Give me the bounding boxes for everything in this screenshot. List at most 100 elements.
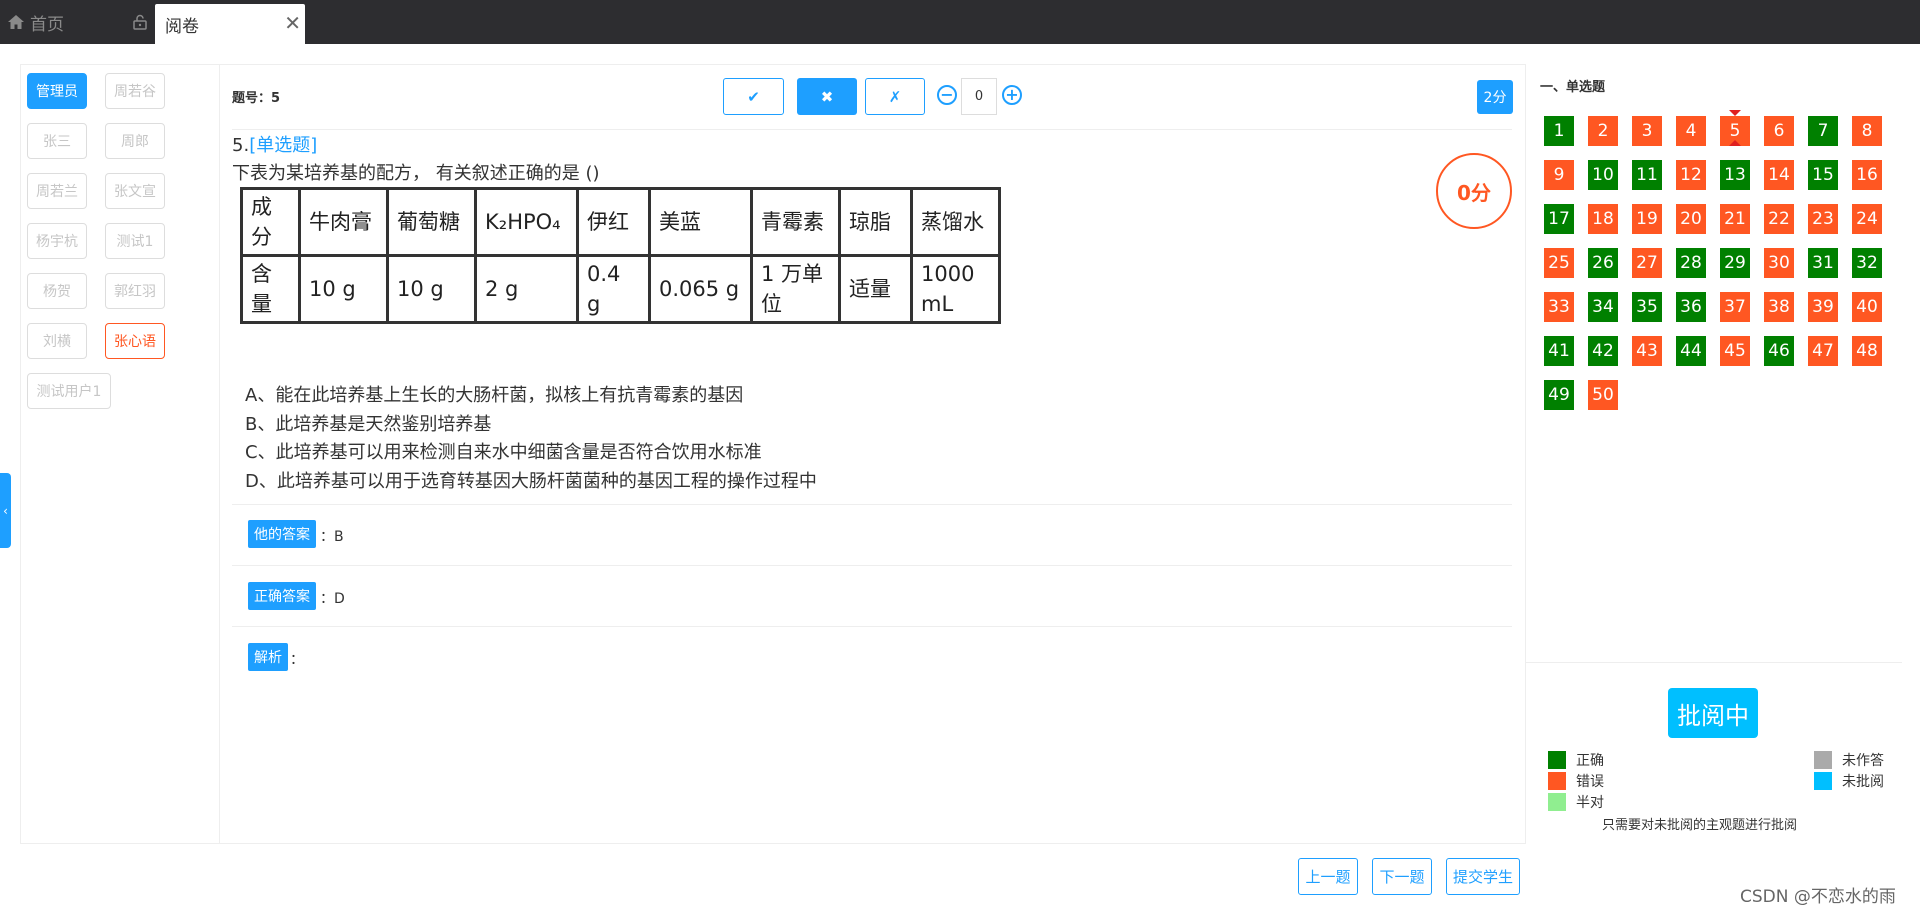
question-cell[interactable]: 33 [1544, 292, 1574, 322]
question-cell[interactable]: 35 [1632, 292, 1662, 322]
user-button[interactable]: 张文宣 [105, 173, 165, 209]
analysis-label: 解析 [248, 643, 288, 671]
table-cell: 琼脂 [838, 187, 913, 257]
question-cell[interactable]: 40 [1852, 292, 1882, 322]
table-cell: 2 g [474, 254, 579, 324]
question-cell[interactable]: 17 [1544, 204, 1574, 234]
question-cell[interactable]: 6 [1764, 116, 1794, 146]
question-cell[interactable]: 9 [1544, 160, 1574, 190]
table-cell: 0.065 g [648, 254, 753, 324]
question-cell[interactable]: 29 [1720, 248, 1750, 278]
table-cell: 牛肉膏 [298, 187, 389, 257]
question-cell[interactable]: 23 [1808, 204, 1838, 234]
tab-grading-label: 阅卷 [165, 16, 199, 37]
question-cell[interactable]: 37 [1720, 292, 1750, 322]
question-cell[interactable]: 46 [1764, 336, 1794, 366]
question-cell[interactable]: 10 [1588, 160, 1618, 190]
his-answer-value: ：B [320, 529, 344, 545]
table-cell: 葡萄糖 [386, 187, 477, 257]
unlock-icon[interactable] [132, 14, 148, 30]
user-button[interactable]: 周若兰 [27, 173, 87, 209]
question-cell[interactable]: 20 [1676, 204, 1706, 234]
question-cell[interactable]: 44 [1676, 336, 1706, 366]
user-button[interactable]: 杨宇杭 [27, 223, 87, 259]
question-cell[interactable]: 28 [1676, 248, 1706, 278]
user-button[interactable]: 测试用户1 [27, 373, 111, 409]
user-admin-button[interactable]: 管理员 [27, 73, 87, 109]
question-cell[interactable]: 3 [1632, 116, 1662, 146]
plus-circle-icon[interactable]: + [1002, 85, 1022, 105]
question-cell[interactable]: 39 [1808, 292, 1838, 322]
chevron-left-icon[interactable]: ‹ [0, 473, 11, 548]
submit-student-button[interactable]: 提交学生 [1446, 858, 1520, 895]
question-cell[interactable]: 19 [1632, 204, 1662, 234]
question-cell[interactable]: 41 [1544, 336, 1574, 366]
question-cell[interactable]: 24 [1852, 204, 1882, 234]
tab-home-label: 首页 [30, 14, 64, 35]
question-cell[interactable]: 4 [1676, 116, 1706, 146]
mark-correct-button[interactable]: ✔ [723, 78, 784, 115]
question-cell[interactable]: 47 [1808, 336, 1838, 366]
user-button[interactable]: 测试1 [105, 223, 165, 259]
question-text: 下表为某培养基的配方， 有关叙述正确的是 () [232, 163, 600, 184]
question-cell[interactable]: 45 [1720, 336, 1750, 366]
grading-status-button[interactable]: 批阅中 [1668, 688, 1758, 738]
legend-correct: 正确 [1548, 750, 1604, 770]
answer-sheet-panel: 一、单选题 1 2 3 4 5 6 7 8 9 10 11 12 13 14 15 16 17 18 19 20 21 2… [1526, 64, 1902, 844]
question-cell[interactable]: 36 [1676, 292, 1706, 322]
question-cell[interactable]: 22 [1764, 204, 1794, 234]
table-cell: 适量 [838, 254, 913, 324]
table-cell: 美蓝 [648, 187, 753, 257]
question-cell[interactable]: 27 [1632, 248, 1662, 278]
mark-wrong-button[interactable]: ✖ [797, 78, 857, 115]
question-cell[interactable]: 25 [1544, 248, 1574, 278]
question-cell[interactable]: 15 [1808, 160, 1838, 190]
question-cell[interactable]: 43 [1632, 336, 1662, 366]
legend-label: 错误 [1576, 774, 1604, 790]
question-cell[interactable]: 16 [1852, 160, 1882, 190]
user-button[interactable]: 张三 [27, 123, 87, 159]
user-button[interactable]: 杨贺 [27, 273, 87, 309]
tab-grading[interactable]: 阅卷 ✕ [155, 4, 305, 44]
divider [1526, 662, 1902, 663]
mark-half-button[interactable]: ✗ [865, 78, 925, 115]
question-cell[interactable]: 50 [1588, 380, 1618, 410]
user-button[interactable]: 周郎 [105, 123, 165, 159]
tab-home[interactable]: 首页 [8, 0, 64, 44]
question-cell[interactable]: 49 [1544, 380, 1574, 410]
question-cell[interactable]: 2 [1588, 116, 1618, 146]
question-cell[interactable]: 8 [1852, 116, 1882, 146]
user-button[interactable]: 周若谷 [105, 73, 165, 109]
user-button[interactable]: 郭红羽 [105, 273, 165, 309]
question-cell[interactable]: 14 [1764, 160, 1794, 190]
question-cell[interactable]: 48 [1852, 336, 1882, 366]
minus-circle-icon[interactable]: − [937, 85, 957, 105]
cross-icon: ✖ [820, 87, 834, 106]
question-cell[interactable]: 32 [1852, 248, 1882, 278]
prev-question-button[interactable]: 上一题 [1298, 858, 1358, 895]
question-cell[interactable]: 1 [1544, 116, 1574, 146]
question-cell[interactable]: 7 [1808, 116, 1838, 146]
score-input[interactable]: 0 [961, 78, 997, 115]
close-icon[interactable]: ✕ [284, 13, 301, 33]
question-cell[interactable]: 26 [1588, 248, 1618, 278]
recipe-table: 成分 牛肉膏 葡萄糖 K₂HPO₄ 伊红 美蓝 青霉素 琼脂 蒸馏水 含量 10 g 10 g2 g… [240, 187, 1001, 324]
legend-label: 正确 [1576, 753, 1604, 769]
question-cell[interactable]: 11 [1632, 160, 1662, 190]
question-cell[interactable]: 18 [1588, 204, 1618, 234]
user-selected-button[interactable]: 张心语 [105, 323, 165, 359]
user-button[interactable]: 刘横 [27, 323, 87, 359]
option-c: C、此培养基可以用来检测自来水中细菌含量是否符合饮用水标准 [245, 442, 762, 463]
question-cell[interactable]: 34 [1588, 292, 1618, 322]
question-cell[interactable]: 21 [1720, 204, 1750, 234]
question-type: [单选题] [249, 135, 318, 156]
question-cell[interactable]: 30 [1764, 248, 1794, 278]
legend-wrong: 错误 [1548, 771, 1604, 791]
question-cell[interactable]: 42 [1588, 336, 1618, 366]
question-cell[interactable]: 38 [1764, 292, 1794, 322]
question-cell[interactable]: 12 [1676, 160, 1706, 190]
table-cell: 0.4 g [576, 254, 651, 324]
question-cell[interactable]: 31 [1808, 248, 1838, 278]
next-question-button[interactable]: 下一题 [1372, 858, 1432, 895]
question-cell[interactable]: 13 [1720, 160, 1750, 190]
